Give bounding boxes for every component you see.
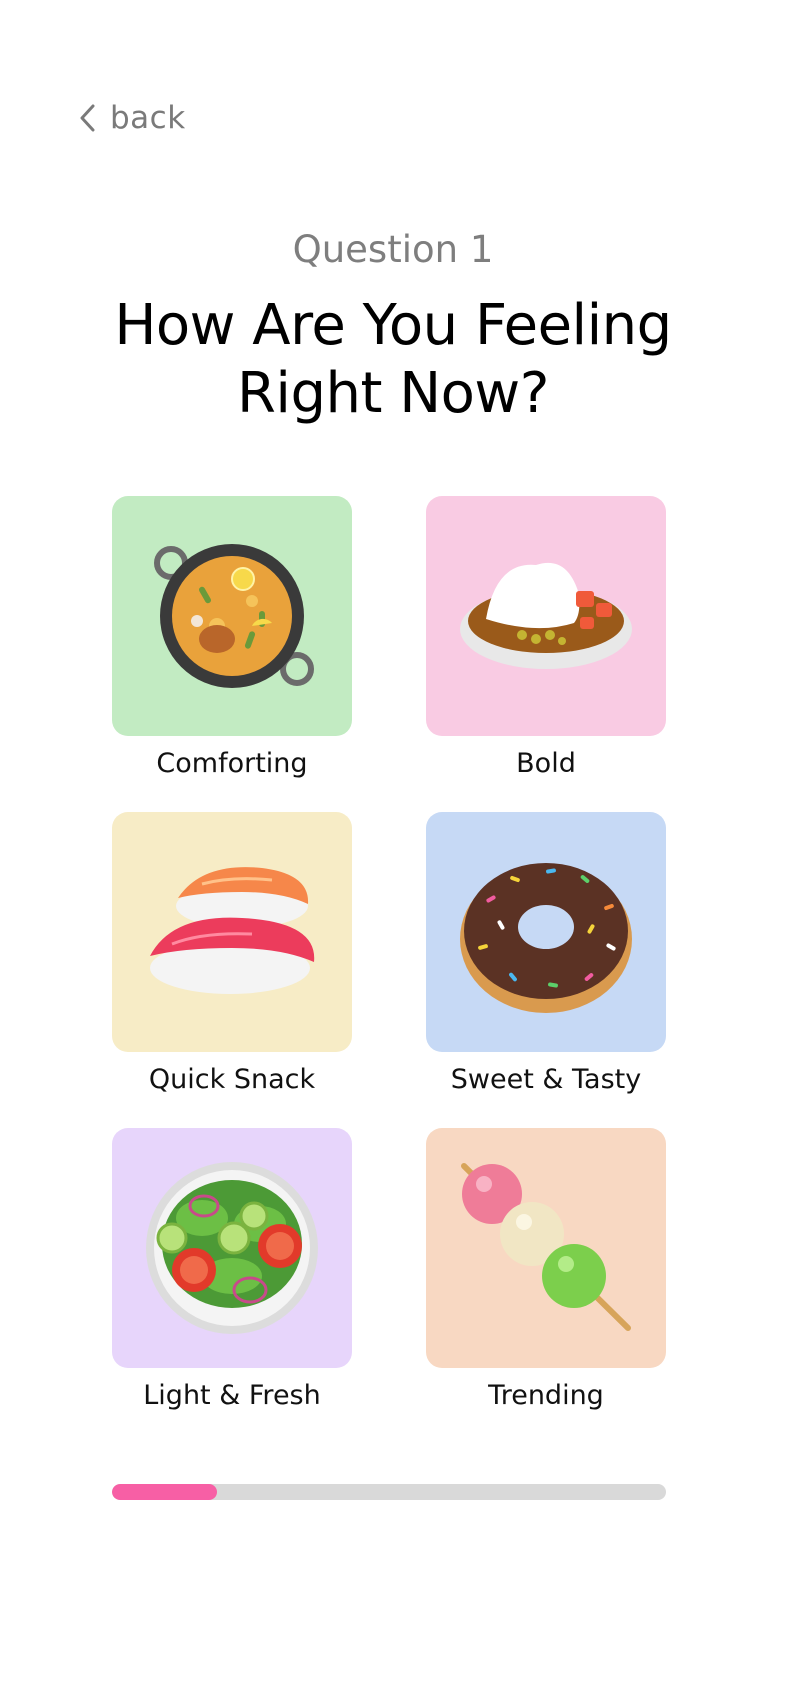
dango-icon	[461, 1163, 631, 1331]
paella-pan-icon	[154, 544, 314, 688]
back-label: back	[110, 100, 186, 136]
question-number: Question 1	[292, 228, 494, 271]
chevron-left-icon	[78, 103, 96, 133]
sushi-icon	[150, 867, 315, 994]
option-tile[interactable]	[112, 1128, 352, 1368]
donut-icon	[460, 863, 632, 1013]
option-tile[interactable]	[112, 812, 352, 1052]
option-comforting[interactable]: Comforting	[112, 496, 352, 782]
option-label: Trending	[488, 1380, 604, 1411]
option-label: Sweet & Tasty	[450, 1064, 642, 1095]
option-trending[interactable]: Trending	[426, 1128, 666, 1414]
mood-options-grid: Comforting Bold Quick Snack Sweet & Tast…	[112, 496, 666, 1414]
question-title-line-2: Right Now?	[237, 361, 549, 426]
option-bold[interactable]: Bold	[426, 496, 666, 782]
option-tile[interactable]	[426, 496, 666, 736]
option-quick-snack[interactable]: Quick Snack	[112, 812, 352, 1098]
salad-icon	[146, 1162, 318, 1334]
option-label: Bold	[516, 748, 576, 779]
back-button[interactable]: back	[78, 100, 186, 136]
progress-bar-fill	[112, 1484, 218, 1500]
option-sweet-and-tasty[interactable]: Sweet & Tasty	[426, 812, 666, 1098]
option-label: Quick Snack	[148, 1064, 316, 1095]
option-tile[interactable]	[426, 812, 666, 1052]
option-label: Comforting	[156, 748, 308, 779]
question-title-line-1: How Are You Feeling	[114, 293, 672, 358]
option-light-and-fresh[interactable]: Light & Fresh	[112, 1128, 352, 1414]
curry-rice-icon	[460, 562, 632, 669]
option-tile[interactable]	[426, 1128, 666, 1368]
question-title: How Are You Feeling Right Now?	[0, 292, 786, 428]
progress-bar	[112, 1484, 666, 1500]
option-label: Light & Fresh	[143, 1380, 321, 1411]
option-tile[interactable]	[112, 496, 352, 736]
